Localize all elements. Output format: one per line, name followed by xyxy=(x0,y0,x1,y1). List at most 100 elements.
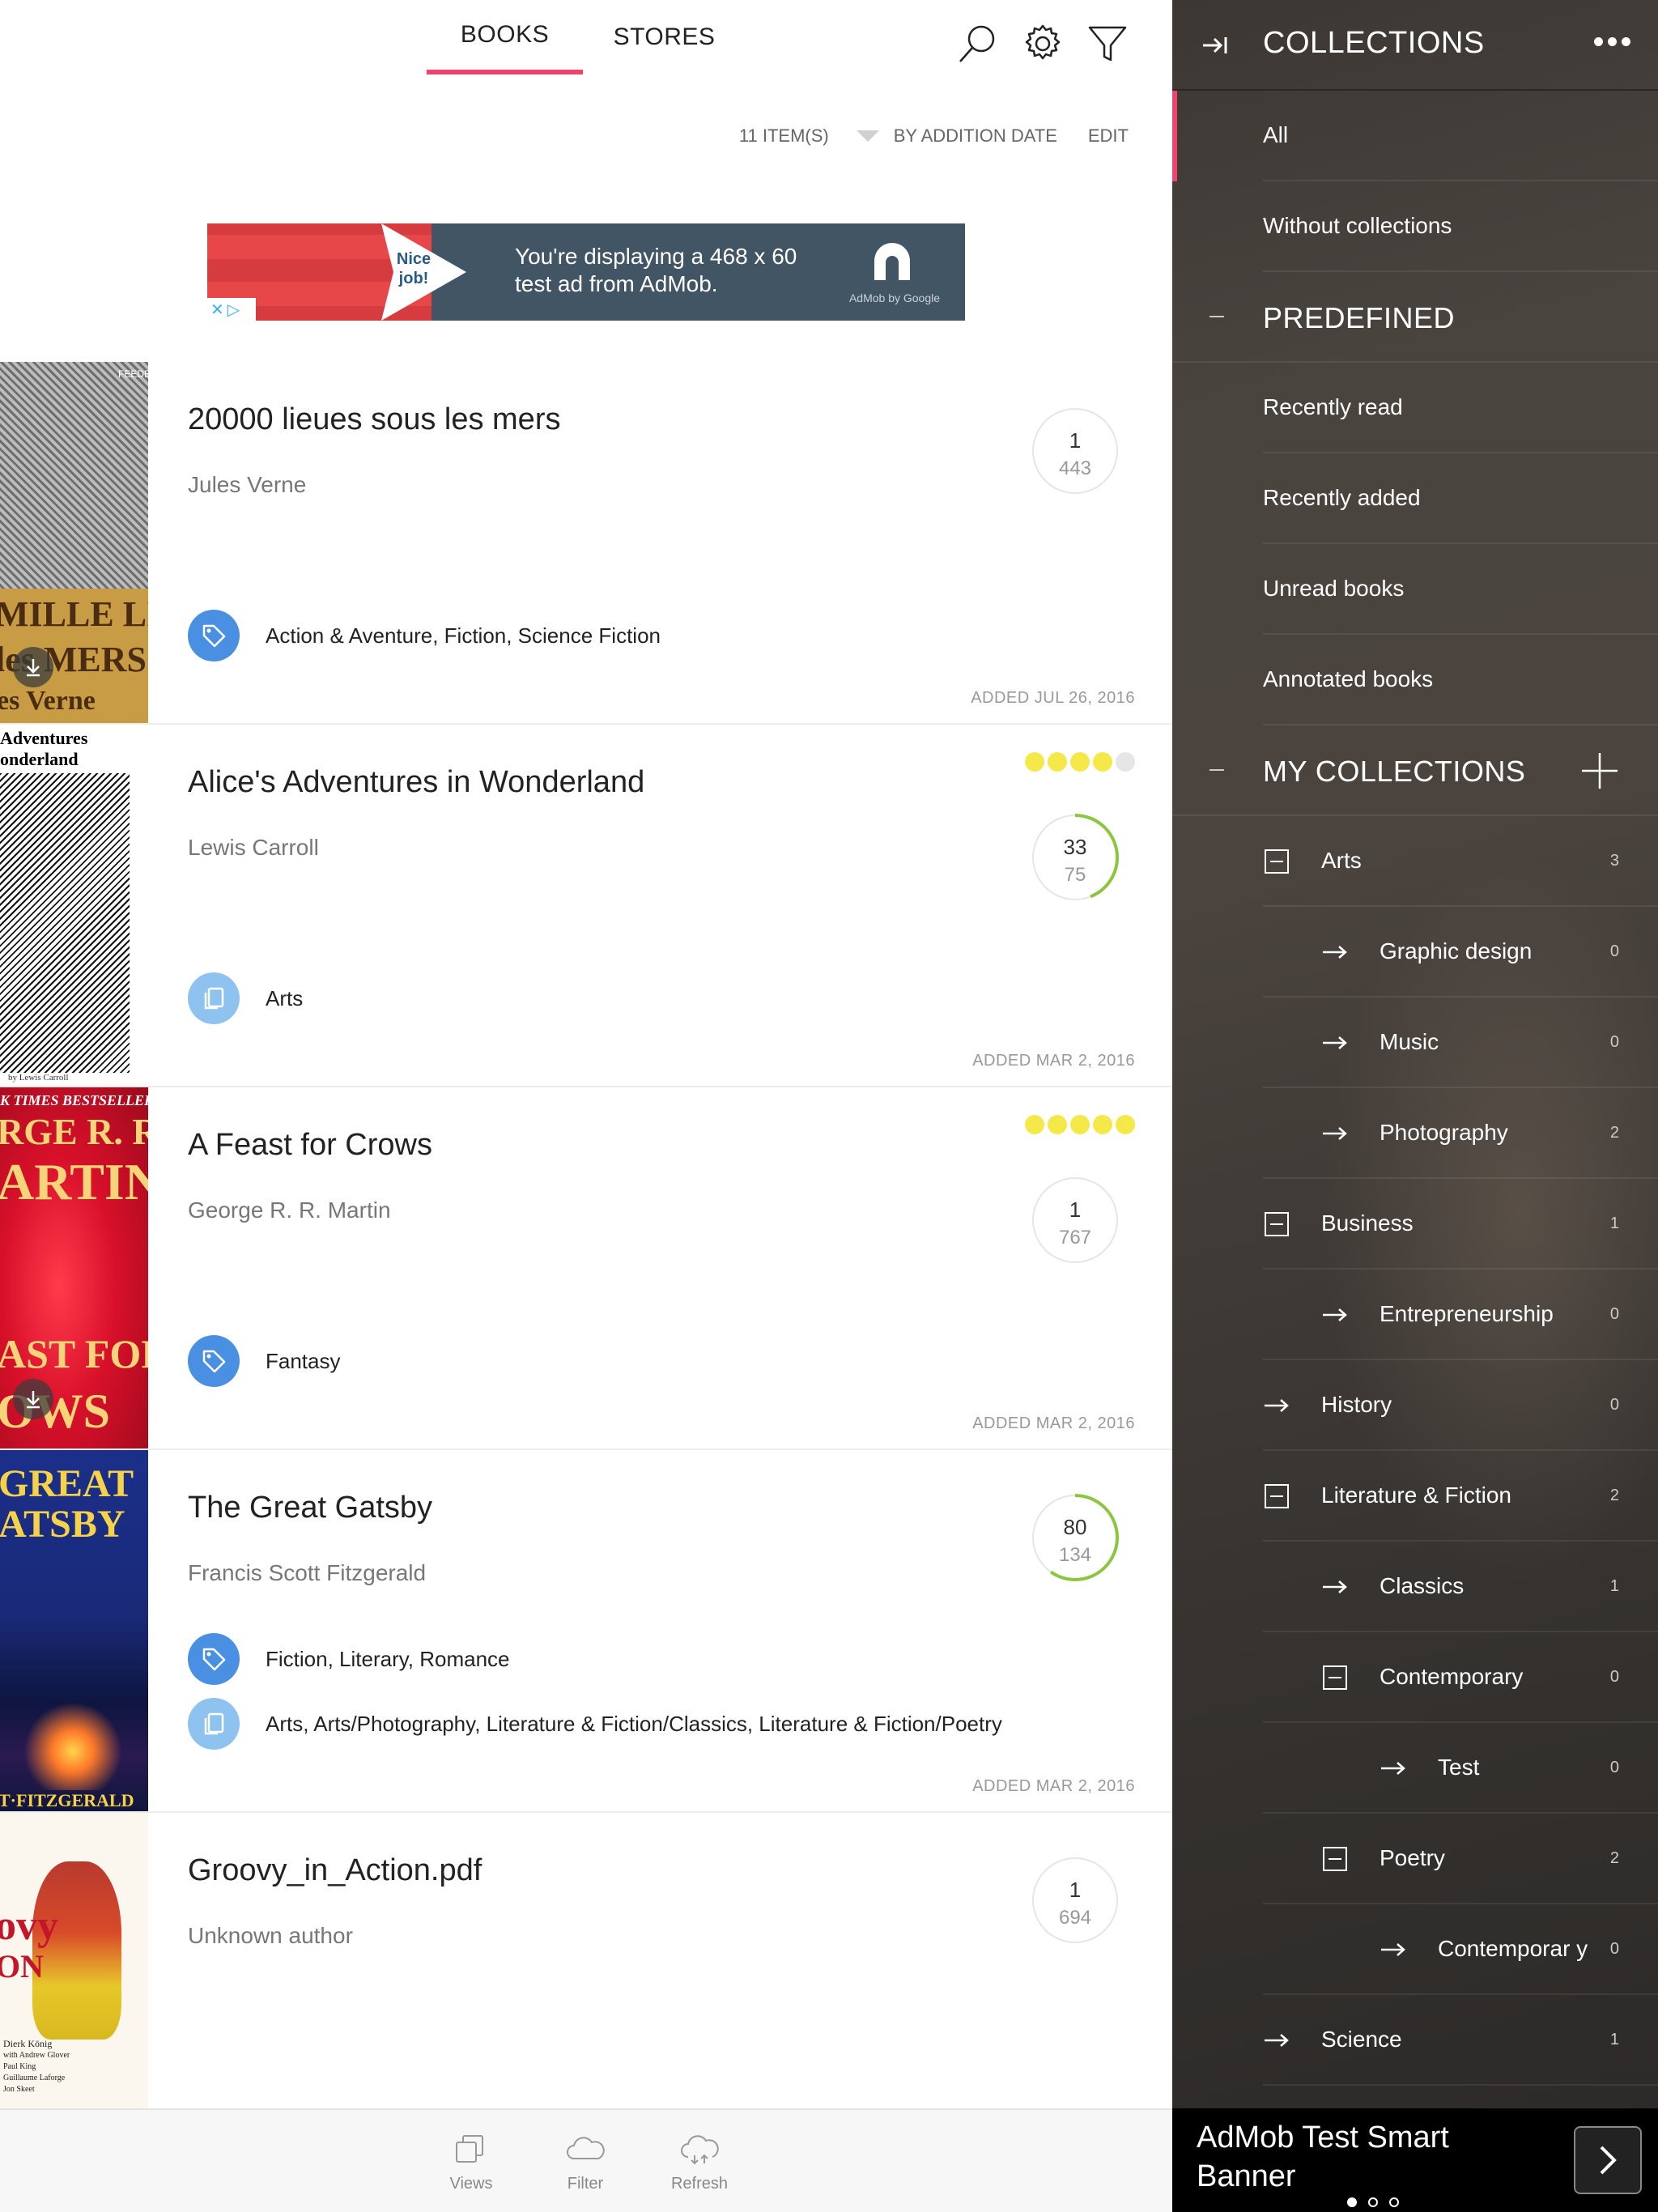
collapse-dash-icon xyxy=(1209,316,1224,317)
ad-close-icon[interactable]: ✕ ▷ xyxy=(207,298,256,321)
collection-label: Recently read xyxy=(1263,394,1403,419)
my-collection-row[interactable]: Business 1 xyxy=(1263,1179,1658,1270)
my-collection-row[interactable]: Literature & Fiction 2 xyxy=(1263,1451,1658,1542)
collection-label: Without collections xyxy=(1263,213,1452,238)
collapse-box-icon[interactable] xyxy=(1321,1845,1349,1873)
my-collection-row[interactable]: Classics 1 xyxy=(1263,1542,1658,1632)
collection-all[interactable]: All xyxy=(1263,91,1658,181)
item-count: 11 ITEM(S) xyxy=(738,125,829,146)
book-author: Lewis Carroll xyxy=(188,835,319,860)
rating-dot[interactable] xyxy=(1048,752,1067,772)
chevron-right-icon[interactable] xyxy=(1574,2126,1642,2194)
progress-total: 694 xyxy=(1058,1907,1092,1929)
added-date: ADDED JUL 26, 2016 xyxy=(971,689,1135,707)
tag-icon xyxy=(188,1335,240,1387)
my-collection-row[interactable]: Music 0 xyxy=(1263,998,1658,1088)
more-options-icon[interactable] xyxy=(1594,37,1630,46)
gear-icon[interactable] xyxy=(1020,21,1065,66)
my-collection-row[interactable]: Science 1 xyxy=(1263,1995,1658,2086)
ad-badge: Nice job! xyxy=(396,250,432,287)
my-collection-row[interactable]: Photography 2 xyxy=(1263,1088,1658,1179)
collapse-box-icon[interactable] xyxy=(1321,1664,1349,1691)
rating-dot[interactable] xyxy=(1025,1115,1044,1134)
progress-current: 80 xyxy=(1063,1515,1087,1539)
my-collections-section-header[interactable]: MY COLLECTIONS xyxy=(1172,725,1658,816)
my-collection-row[interactable]: Entrepreneurship 0 xyxy=(1263,1270,1658,1360)
tag-icon xyxy=(188,1633,240,1685)
collapse-sidebar-icon[interactable] xyxy=(1200,29,1232,62)
collapse-box-icon[interactable] xyxy=(1263,1482,1290,1510)
predefined-recently-added[interactable]: Recently added xyxy=(1263,453,1658,544)
section-title: PREDEFINED xyxy=(1263,301,1456,334)
edit-button[interactable]: EDIT xyxy=(1088,125,1129,147)
predefined-annotated[interactable]: Annotated books xyxy=(1263,635,1658,725)
book-row[interactable]: FEEDBOOKS MILLE LIEUES les MERS es Verne… xyxy=(0,362,1172,725)
predefined-unread[interactable]: Unread books xyxy=(1263,544,1658,635)
my-collection-row[interactable]: Arts 3 xyxy=(1263,816,1658,907)
rating-dot[interactable] xyxy=(1093,1115,1112,1134)
rating-dot[interactable] xyxy=(1070,752,1090,772)
add-collection-icon[interactable] xyxy=(1580,751,1619,790)
my-collection-row[interactable]: Contemporar y 0 xyxy=(1263,1904,1658,1995)
star-rating[interactable] xyxy=(1025,1115,1135,1134)
tab-books[interactable]: BOOKS xyxy=(427,0,583,74)
collection-label: Recently added xyxy=(1263,485,1421,510)
book-row[interactable]: GREAT ATSBY T·FITZGERALD The Great Gatsb… xyxy=(0,1450,1172,1813)
collection-icon xyxy=(188,1698,240,1750)
collection-label: Poetry xyxy=(1380,1845,1445,1870)
progress-ring: 1 767 xyxy=(1031,1176,1119,1264)
collection-count: 0 xyxy=(1609,1667,1619,1686)
predefined-recently-read[interactable]: Recently read xyxy=(1263,363,1658,453)
download-icon[interactable] xyxy=(13,1379,53,1419)
progress-total: 75 xyxy=(1064,864,1086,886)
book-collections: Arts, Arts/Photography, Literature & Fic… xyxy=(188,1698,1002,1750)
collection-count: 2 xyxy=(1609,1123,1619,1142)
collection-label: Business xyxy=(1321,1210,1414,1236)
ad-banner[interactable]: Nice job! You're displaying a 468 x 60 t… xyxy=(207,223,965,321)
filter-icon[interactable] xyxy=(1085,21,1130,66)
predefined-section-header[interactable]: PREDEFINED xyxy=(1172,272,1658,363)
book-row[interactable]: Adventures onderland by Lewis Carroll Al… xyxy=(0,725,1172,1087)
collapse-box-icon[interactable] xyxy=(1263,1210,1290,1238)
my-collection-row[interactable]: Contemporary 0 xyxy=(1263,1632,1658,1723)
star-rating[interactable] xyxy=(1025,752,1135,772)
my-collection-row[interactable]: Graphic design 0 xyxy=(1263,907,1658,998)
collection-without[interactable]: Without collections xyxy=(1263,181,1658,272)
book-row[interactable]: K TIMES BESTSELLER RGE R. R. ARTIN AST F… xyxy=(0,1087,1172,1450)
collection-count: 0 xyxy=(1609,1758,1619,1776)
collection-label: Unread books xyxy=(1263,576,1405,601)
progress-ring: 1 443 xyxy=(1031,407,1119,495)
tab-stores[interactable]: STORES xyxy=(586,0,742,74)
my-collection-row[interactable]: Test 0 xyxy=(1263,1723,1658,1814)
my-collection-row[interactable]: Poetry 2 xyxy=(1263,1814,1658,1904)
progress-total: 134 xyxy=(1058,1544,1092,1566)
collection-label: Literature & Fiction xyxy=(1321,1482,1511,1508)
refresh-button[interactable]: Refresh xyxy=(651,2133,748,2193)
rating-dot[interactable] xyxy=(1116,752,1135,772)
added-date: ADDED MAR 2, 2016 xyxy=(972,1414,1135,1432)
book-row[interactable]: ovy ON Dierk König with Andrew Glover Pa… xyxy=(0,1813,1172,2109)
tag-icon xyxy=(188,610,240,661)
filter-button[interactable]: Filter xyxy=(537,2133,634,2193)
rating-dot[interactable] xyxy=(1093,752,1112,772)
sort-arrow-icon xyxy=(856,130,879,142)
rating-dot[interactable] xyxy=(1048,1115,1067,1134)
collapse-box-icon[interactable] xyxy=(1263,848,1290,875)
arrow-right-icon xyxy=(1380,1755,1407,1782)
collection-count: 1 xyxy=(1609,2030,1619,2048)
sort-selector[interactable]: BY ADDITION DATE xyxy=(856,125,1057,147)
rating-dot[interactable] xyxy=(1070,1115,1090,1134)
smart-banner-ad[interactable]: AdMob Test Smart Banner xyxy=(1172,2108,1658,2212)
search-icon[interactable] xyxy=(955,21,1001,66)
tags-text: Action & Aventure, Fiction, Science Fict… xyxy=(266,623,661,648)
download-icon[interactable] xyxy=(13,647,53,687)
collections-header: COLLECTIONS xyxy=(1172,0,1658,91)
admob-logo-icon xyxy=(865,238,921,287)
collection-label: Music xyxy=(1380,1029,1439,1054)
rating-dot[interactable] xyxy=(1025,752,1044,772)
rating-dot[interactable] xyxy=(1116,1115,1135,1134)
views-button[interactable]: Views xyxy=(423,2133,520,2193)
book-tags: Action & Aventure, Fiction, Science Fict… xyxy=(188,610,661,661)
book-author: Unknown author xyxy=(188,1923,353,1948)
my-collection-row[interactable]: History 0 xyxy=(1263,1360,1658,1451)
